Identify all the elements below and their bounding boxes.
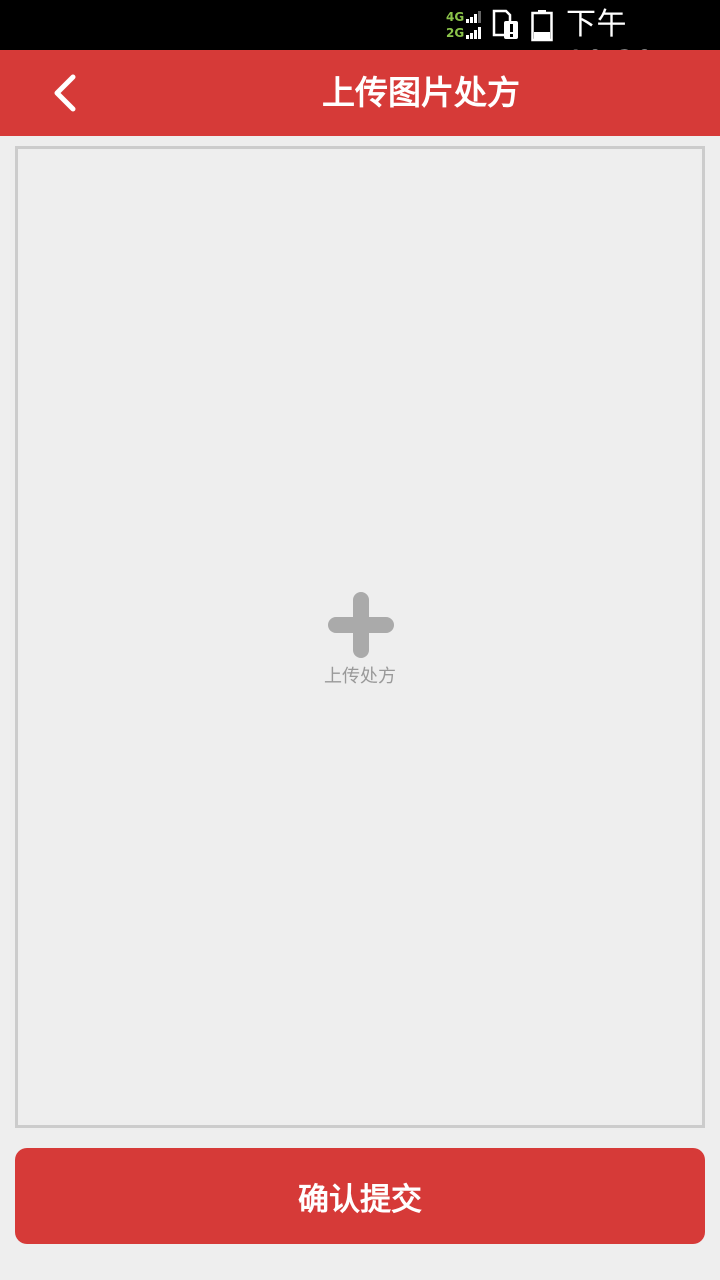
upload-label: 上传处方 bbox=[324, 666, 396, 687]
network-type-top: 4G bbox=[446, 10, 465, 24]
network-indicator: 4G 2G bbox=[446, 10, 486, 42]
chevron-left-icon bbox=[54, 74, 76, 112]
sim-alert-icon bbox=[492, 9, 518, 39]
app-bar: 上传图片处方 bbox=[0, 50, 720, 136]
signal-icon-secondary bbox=[466, 27, 484, 39]
network-type-bottom: 2G bbox=[446, 26, 465, 40]
status-bar: 4G 2G 下午 10:39 bbox=[0, 0, 720, 80]
signal-icon bbox=[466, 11, 484, 23]
confirm-submit-button[interactable]: 确认提交 bbox=[15, 1148, 705, 1244]
page-title: 上传图片处方 bbox=[322, 73, 520, 112]
battery-icon bbox=[531, 10, 553, 42]
plus-icon[interactable] bbox=[328, 592, 394, 658]
upload-prescription-area[interactable]: 上传处方 bbox=[15, 146, 705, 1128]
back-button[interactable] bbox=[36, 63, 96, 123]
